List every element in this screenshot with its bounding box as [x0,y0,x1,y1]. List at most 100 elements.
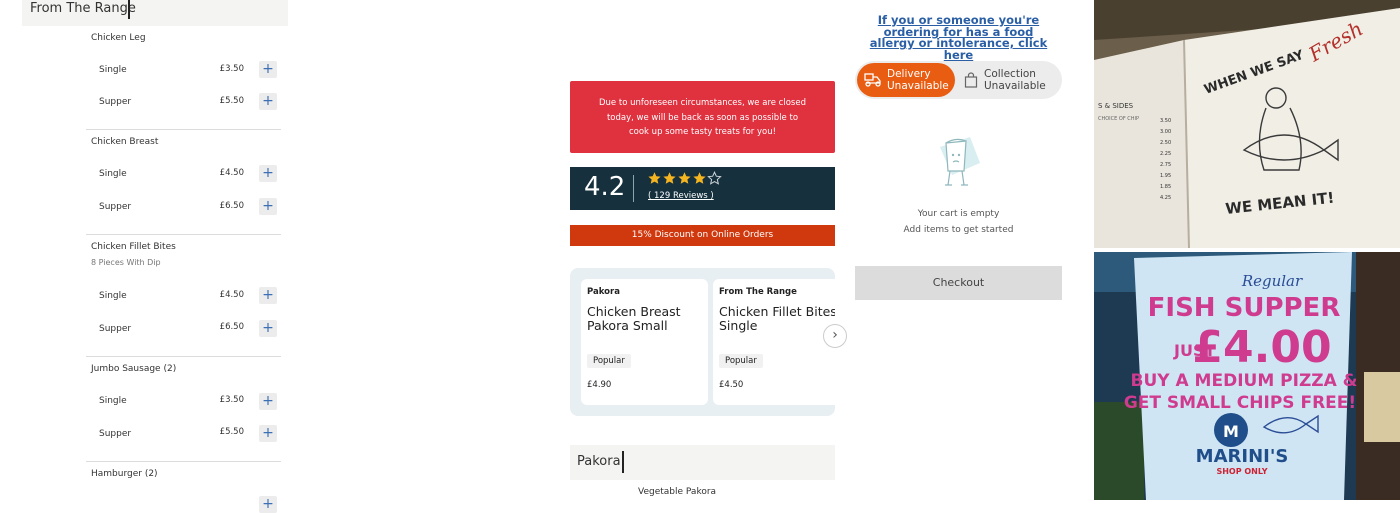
star-icon [663,172,676,184]
star-icon [678,172,691,184]
star-icon [693,172,706,184]
shopping-bag-icon [964,72,978,88]
add-to-cart-button[interactable]: + [259,198,277,215]
star-rating [647,171,722,187]
add-to-cart-button[interactable]: + [259,496,277,513]
option-price: £6.50 [219,201,244,211]
add-to-cart-button[interactable]: + [259,93,277,110]
add-to-cart-button[interactable]: + [259,61,277,78]
card-category: From The Range [719,287,797,297]
delivery-scooter-icon [864,73,881,87]
menu-item-title: Hamburger (2) [91,469,158,479]
allergy-info-link[interactable]: If you or someone you're ordering for ha… [866,14,1051,61]
option-label: Supper [99,324,132,334]
carousel-next-button[interactable]: › [823,324,847,348]
sign-price: 1.85 [1160,184,1171,190]
sign-price: 3.00 [1160,129,1171,135]
star-outline-icon [707,171,722,185]
poster-chips-text: GET SMALL CHIPS FREE! [1124,393,1356,413]
poster-price-text: £4.00 [1192,322,1331,373]
sign-price: 2.75 [1160,162,1171,168]
section-title: Pakora [577,454,621,469]
card-category: Pakora [587,287,620,297]
add-to-cart-button[interactable]: + [259,165,277,182]
option-label: Single [99,169,127,179]
discount-banner: 15% Discount on Online Orders [570,225,835,246]
item-divider [86,356,281,357]
closed-notice-banner: Due to unforeseen circumstances, we are … [570,81,835,153]
sign-price: 4.25 [1160,195,1171,201]
section-header-pakora: Pakora [570,445,835,480]
delivery-option[interactable]: Delivery Unavailable [857,63,955,97]
menu-item-subtitle: 8 Pieces With Dip [91,258,161,267]
rating-value: 4.2 [584,172,626,202]
checkout-button[interactable]: Checkout [855,266,1062,300]
chevron-right-icon: › [832,327,838,343]
delivery-label: Delivery Unavailable [887,68,949,92]
menu-item-title: Chicken Leg [91,33,146,43]
poster-pizza-text: BUY A MEDIUM PIZZA & [1130,371,1357,391]
add-to-cart-button[interactable]: + [259,425,277,442]
logo-letter: M [1223,422,1239,441]
option-label: Supper [99,429,132,439]
shop-sign-photo: S & SIDES CHOICE OF CHIP 3.50 3.00 2.50 … [1094,0,1400,248]
option-price: £5.50 [219,427,244,437]
section-cursor-bar [128,0,130,19]
rating-separator [633,175,634,202]
menu-item-title: Vegetable Pakora [638,487,717,497]
item-divider [86,234,281,235]
poster-fish-supper-text: FISH SUPPER [1148,293,1341,323]
menu-item-title: Chicken Breast [91,137,159,147]
item-divider [86,129,281,130]
shop-poster-photo: Regular FISH SUPPER JUST £4.00 BUY A MED… [1094,252,1400,500]
option-price: £4.50 [219,290,244,300]
item-divider [86,461,281,462]
option-label: Supper [99,97,132,107]
popular-badge: Popular [719,354,763,368]
menu-item-title: Jumbo Sausage (2) [91,364,177,374]
option-label: Single [99,65,127,75]
popular-badge: Popular [587,354,631,368]
empty-cart-message: Your cart is empty Add items to get star… [866,206,1051,238]
menu-item-title: Chicken Fillet Bites [91,242,176,252]
empty-cart-illustration-icon [940,137,980,186]
menu-panel: From The Range Chicken Leg Single £3.50 … [22,0,288,513]
collection-option[interactable]: Collection Unavailable [959,63,1059,97]
section-cursor-bar [622,451,624,473]
popular-items-carousel: Pakora Chicken Breast Pakora Small Popul… [570,268,835,416]
option-label: Single [99,396,127,406]
card-price: £4.50 [719,380,744,390]
sign-side-subtext: CHOICE OF CHIP [1098,116,1139,122]
option-label: Single [99,291,127,301]
poster-regular-text: Regular [1241,272,1303,290]
sign-price: 1.95 [1160,173,1171,179]
sign-price: 3.50 [1160,118,1171,124]
empty-cart-hint: Add items to get started [903,225,1014,235]
add-to-cart-button[interactable]: + [259,287,277,304]
empty-cart-title: Your cart is empty [917,209,1000,219]
card-item-name: Chicken Breast Pakora Small [587,304,681,333]
add-to-cart-button[interactable]: + [259,320,277,337]
card-item-name: Chicken Fillet Bites Single [719,304,835,333]
option-label: Supper [99,202,132,212]
order-mode-toggle: Delivery Unavailable Collection Unavaila… [855,61,1062,99]
popular-item-card[interactable]: From The Range Chicken Fillet Bites Sing… [713,279,835,405]
option-price: £3.50 [219,64,244,74]
popular-item-card[interactable]: Pakora Chicken Breast Pakora Small Popul… [581,279,708,405]
rating-bar: 4.2 ( 129 Reviews ) [570,167,835,210]
option-price: £3.50 [219,395,244,405]
collection-label: Collection Unavailable [984,68,1046,92]
star-icon [648,172,661,184]
reviews-link[interactable]: ( 129 Reviews ) [648,191,714,201]
poster-brand-text: MARINI'S [1196,446,1289,467]
section-title: From The Range [30,1,136,16]
option-price: £6.50 [219,322,244,332]
card-price: £4.90 [587,380,612,390]
sign-price: 2.25 [1160,151,1171,157]
sign-side-text: S & SIDES [1098,102,1134,110]
section-header-from-the-range: From The Range [22,0,288,26]
sign-price: 2.50 [1160,140,1171,146]
add-to-cart-button[interactable]: + [259,393,277,410]
option-price: £4.50 [219,168,244,178]
option-price: £5.50 [219,96,244,106]
